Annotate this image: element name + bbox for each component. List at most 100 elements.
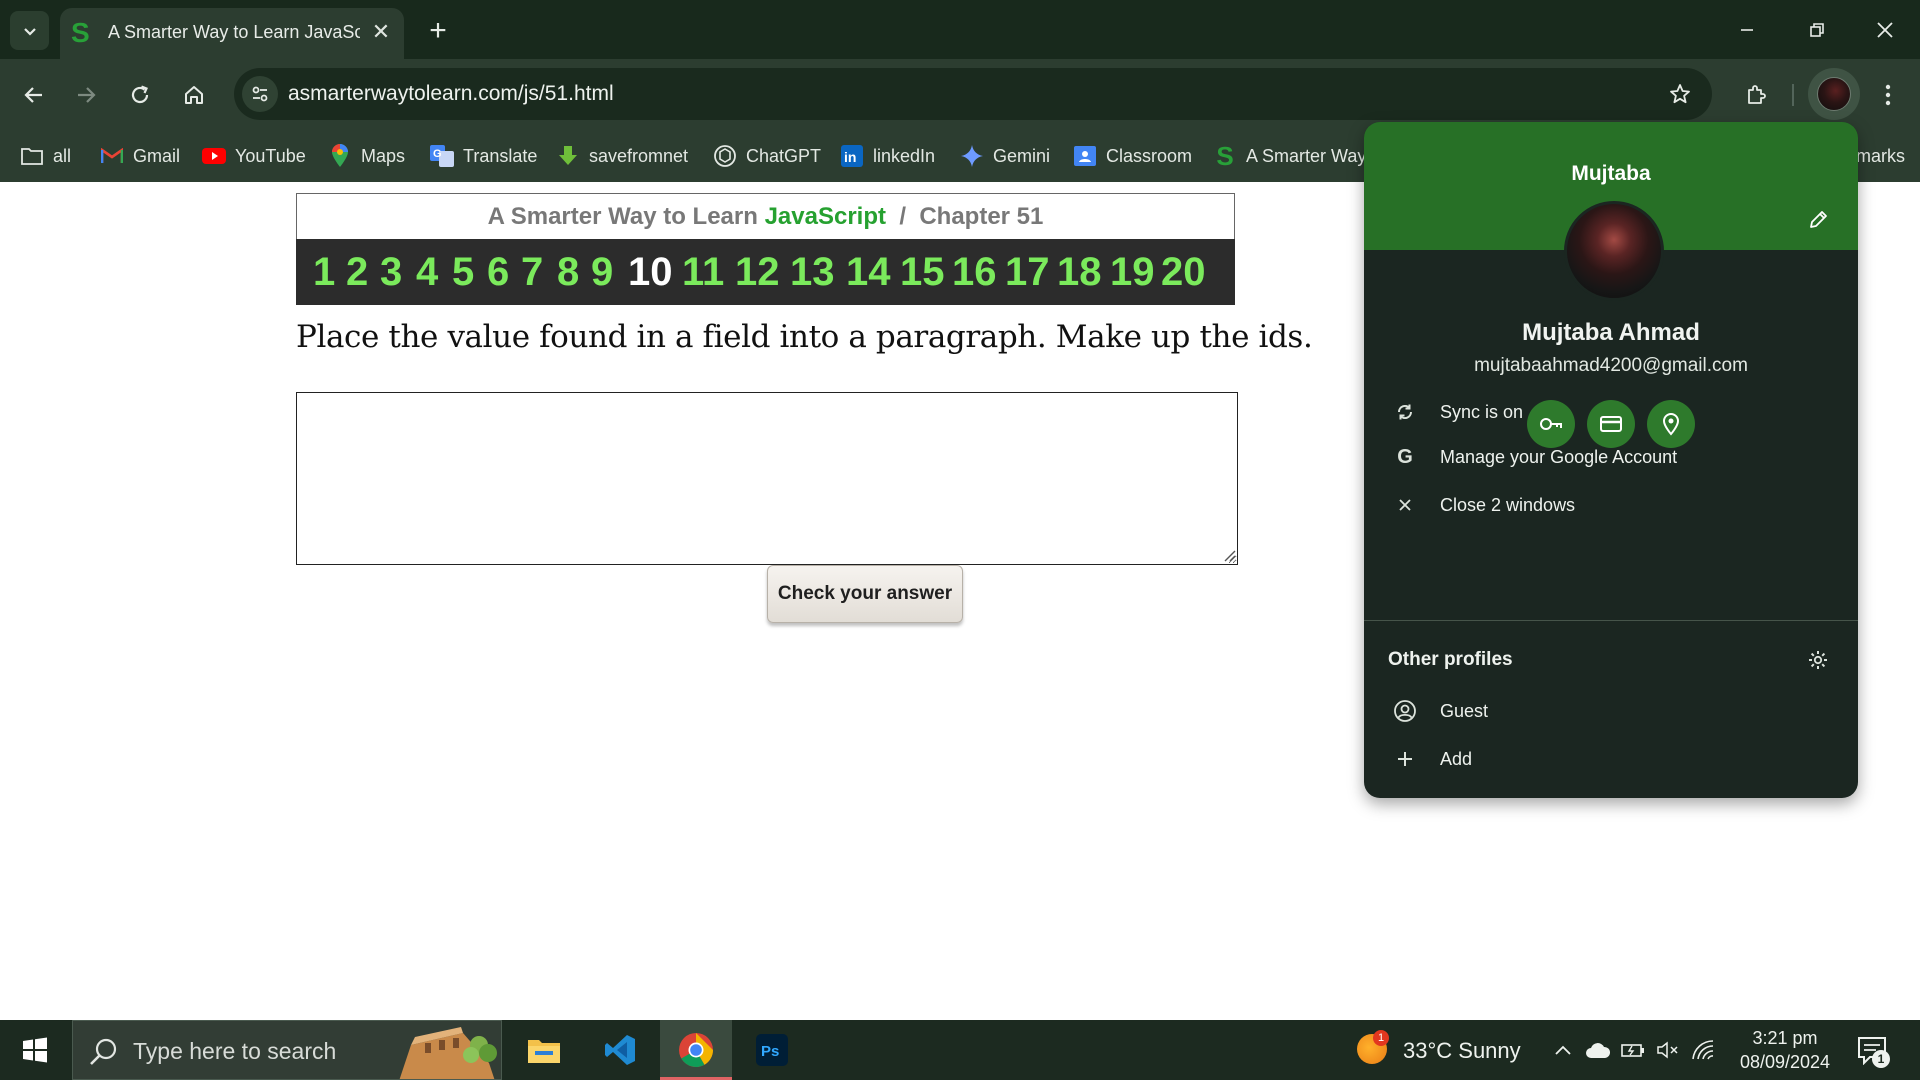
- tray-overflow-button[interactable]: [1550, 1037, 1576, 1063]
- chapter-link-12[interactable]: 12: [735, 249, 780, 295]
- bookmark-linkedin[interactable]: in linkedIn: [840, 138, 935, 174]
- bookmark-star-button[interactable]: [1666, 80, 1694, 108]
- taskbar-vscode[interactable]: [584, 1020, 656, 1080]
- site-info-button[interactable]: [242, 76, 278, 112]
- cloud-icon: [1586, 1043, 1611, 1058]
- tab-search-button[interactable]: [10, 11, 49, 50]
- chapter-link-9[interactable]: 9: [591, 249, 613, 295]
- profile-button[interactable]: [1808, 68, 1860, 120]
- chapter-link-3[interactable]: 3: [380, 249, 402, 295]
- chapter-link-15[interactable]: 15: [900, 249, 945, 295]
- chapter-link-10[interactable]: 10: [628, 249, 673, 295]
- taskbar-file-explorer[interactable]: [508, 1020, 580, 1080]
- taskbar-search-placeholder: Type here to search: [133, 1038, 337, 1064]
- chrome-menu-button[interactable]: [1870, 75, 1906, 115]
- close-window-button[interactable]: [1862, 10, 1908, 50]
- bookmark-chatgpt[interactable]: ChatGPT: [713, 138, 821, 174]
- tune-icon: [252, 86, 268, 102]
- chapter-link-19[interactable]: 19: [1110, 249, 1155, 295]
- sync-row[interactable]: Sync is on: [1364, 390, 1858, 434]
- reload-button[interactable]: [120, 75, 160, 115]
- translate-icon: G: [430, 144, 454, 168]
- profile-divider: [1364, 620, 1858, 621]
- wifi-icon: [1692, 1040, 1714, 1060]
- banner-highlight[interactable]: JavaScript: [765, 203, 886, 230]
- minimize-button[interactable]: [1724, 10, 1770, 50]
- guest-profile-row[interactable]: Guest: [1364, 689, 1858, 733]
- taskbar-chrome[interactable]: [660, 1020, 732, 1080]
- chapter-link-8[interactable]: 8: [557, 249, 579, 295]
- more-vert-icon: [1885, 84, 1891, 106]
- chapter-link-1[interactable]: 1: [313, 249, 335, 295]
- battery-button[interactable]: [1620, 1037, 1646, 1063]
- weather-text[interactable]: 33°C Sunny: [1403, 1038, 1521, 1064]
- bookmark-gemini[interactable]: Gemini: [960, 138, 1050, 174]
- bookmark-maps[interactable]: Maps: [328, 138, 405, 174]
- chapter-link-14[interactable]: 14: [846, 249, 891, 295]
- profile-avatar: [1564, 201, 1664, 301]
- restore-icon: [1810, 23, 1824, 37]
- bookmark-smarter-way[interactable]: S A Smarter Way: [1213, 138, 1366, 174]
- smarterway-favicon-icon: S: [71, 17, 90, 48]
- banner-prefix: A Smarter Way to Learn: [487, 203, 765, 230]
- resize-grip-icon[interactable]: [1222, 548, 1236, 562]
- chapter-link-2[interactable]: 2: [346, 249, 368, 295]
- browser-tab[interactable]: S A Smarter Way to Learn JavaScript ✕: [60, 8, 404, 59]
- home-button[interactable]: [174, 75, 214, 115]
- chapter-link-13[interactable]: 13: [790, 249, 835, 295]
- network-button[interactable]: [1690, 1037, 1716, 1063]
- search-icon: [90, 1038, 117, 1065]
- chatgpt-icon: [713, 144, 737, 168]
- manage-google-account-row[interactable]: G Manage your Google Account: [1364, 435, 1858, 479]
- chapter-link-20[interactable]: 20: [1161, 249, 1206, 295]
- chapter-link-7[interactable]: 7: [521, 249, 543, 295]
- chapter-link-5[interactable]: 5: [452, 249, 474, 295]
- tab-close-icon[interactable]: ✕: [366, 17, 396, 47]
- close-windows-row[interactable]: Close 2 windows: [1364, 483, 1858, 527]
- arrow-left-icon: [24, 87, 42, 103]
- all-bookmarks-button[interactable]: marks: [1856, 138, 1905, 174]
- bookmark-all[interactable]: all: [20, 138, 71, 174]
- youtube-icon: [202, 144, 226, 168]
- download-icon: [556, 144, 580, 168]
- chapter-link-16[interactable]: 16: [952, 249, 997, 295]
- chapter-link-6[interactable]: 6: [487, 249, 509, 295]
- url-text[interactable]: asmarterwaytolearn.com/js/51.html: [288, 82, 614, 106]
- close-icon: [1877, 22, 1893, 38]
- add-profile-row[interactable]: Add: [1364, 737, 1858, 781]
- forward-button[interactable]: [66, 75, 106, 115]
- bookmark-savefromnet[interactable]: savefromnet: [556, 138, 688, 174]
- new-tab-button[interactable]: +: [420, 14, 456, 50]
- volume-button[interactable]: [1655, 1037, 1681, 1063]
- taskbar-search-box[interactable]: Type here to search: [72, 1020, 502, 1080]
- clock-time: 3:21 pm: [1752, 1028, 1818, 1048]
- answer-textarea[interactable]: [296, 392, 1238, 565]
- taskbar-clock[interactable]: 3:21 pm 08/09/2024: [1733, 1026, 1837, 1074]
- restore-button[interactable]: [1794, 10, 1840, 50]
- bookmark-gmail[interactable]: Gmail: [100, 138, 180, 174]
- chapter-link-18[interactable]: 18: [1057, 249, 1102, 295]
- guest-icon: [1388, 694, 1422, 728]
- manage-profiles-button[interactable]: [1804, 646, 1832, 674]
- address-bar[interactable]: asmarterwaytolearn.com/js/51.html: [234, 68, 1712, 120]
- taskbar-photoshop[interactable]: Ps: [736, 1020, 808, 1080]
- gmail-icon: [100, 144, 124, 168]
- sync-icon: [1388, 395, 1422, 429]
- edit-profile-button[interactable]: [1804, 206, 1832, 234]
- back-button[interactable]: [14, 75, 54, 115]
- google-icon: G: [1397, 445, 1413, 468]
- bookmark-youtube[interactable]: YouTube: [202, 138, 306, 174]
- chapter-link-4[interactable]: 4: [416, 249, 438, 295]
- onedrive-button[interactable]: [1585, 1037, 1611, 1063]
- extensions-button[interactable]: [1736, 75, 1776, 115]
- chevron-down-icon: [23, 27, 36, 36]
- start-button[interactable]: [14, 1032, 56, 1068]
- browser-toolbar: asmarterwaytolearn.com/js/51.html: [0, 59, 1920, 130]
- chapter-link-17[interactable]: 17: [1005, 249, 1050, 295]
- check-answer-button[interactable]: Check your answer: [767, 565, 963, 623]
- chapter-link-11[interactable]: 11: [682, 249, 724, 295]
- folder-icon: [528, 1040, 560, 1063]
- puzzle-icon: [1748, 85, 1766, 104]
- bookmark-classroom[interactable]: Classroom: [1073, 138, 1192, 174]
- bookmark-translate[interactable]: G Translate: [430, 138, 537, 174]
